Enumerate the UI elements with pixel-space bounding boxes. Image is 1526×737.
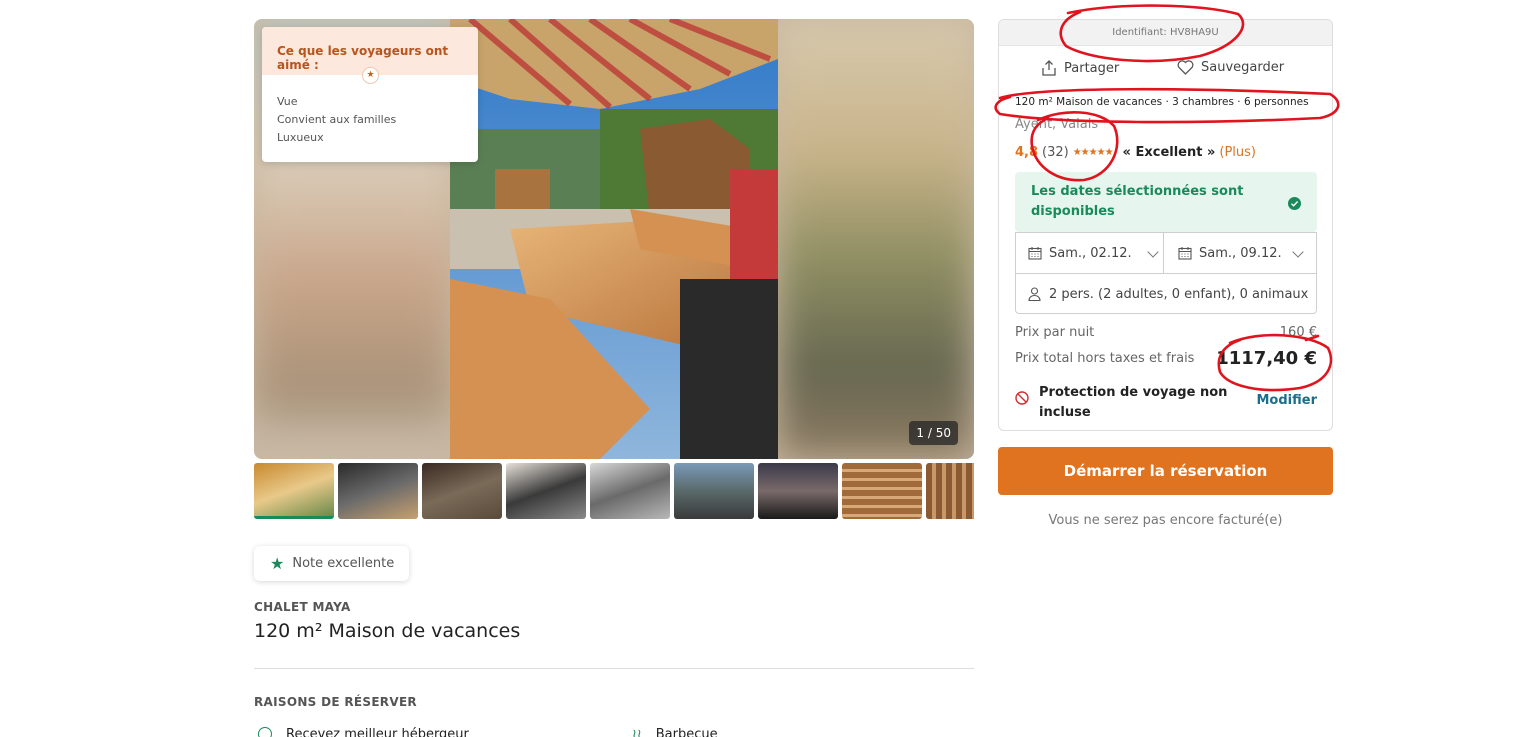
thumbnail[interactable] bbox=[926, 463, 974, 519]
chevron-down-icon bbox=[1147, 246, 1159, 258]
thumbnail-strip bbox=[254, 463, 974, 521]
nightly-price-row: Prix par nuit 160 € bbox=[1015, 325, 1317, 340]
total-price-label: Prix total hors taxes et frais bbox=[1015, 351, 1195, 366]
rating-badge: ★ Note excellente bbox=[254, 546, 409, 581]
reason-item: Recevez meilleur hébergeur bbox=[258, 727, 469, 737]
thumbnail[interactable] bbox=[758, 463, 838, 519]
property-summary: 120 m² Maison de vacances · 3 chambres ·… bbox=[1015, 96, 1309, 108]
listing-name: CHALET MAYA bbox=[254, 600, 351, 614]
total-price-value: 1117,40 € bbox=[1216, 348, 1317, 369]
thumbnail[interactable] bbox=[842, 463, 922, 519]
star-rating-icon: ★★★★★ bbox=[1072, 147, 1114, 158]
panel-actions: Partager Sauvegarder bbox=[999, 60, 1332, 82]
highlights-list: Vue Convient aux familles Luxueux bbox=[262, 75, 478, 147]
page-title: 120 m² Maison de vacances bbox=[254, 620, 521, 642]
review-count: (32) bbox=[1042, 145, 1069, 160]
calendar-icon bbox=[1178, 247, 1192, 260]
reason-item: ≀≀ Barbecue bbox=[632, 727, 718, 737]
terrace-photo bbox=[450, 19, 778, 459]
date-guest-picker: Sam., 02.12. Sam., 09.12. 2 pers. (2 adu… bbox=[1015, 232, 1317, 314]
identifier: Identifiant: HV8HA9U bbox=[999, 20, 1332, 46]
save-label: Sauvegarder bbox=[1201, 60, 1285, 75]
reasons-heading: RAISONS DE RÉSERVER bbox=[254, 695, 417, 709]
start-booking-button[interactable]: Démarrer la réservation bbox=[998, 447, 1333, 495]
date-row: Sam., 02.12. Sam., 09.12. bbox=[1016, 233, 1316, 274]
billing-note: Vous ne serez pas encore facturé(e) bbox=[1048, 513, 1283, 528]
heart-icon bbox=[1177, 60, 1194, 75]
share-label: Partager bbox=[1064, 60, 1120, 76]
availability-text: Les dates sélectionnées sont disponibles bbox=[1031, 184, 1244, 219]
check-icon bbox=[1288, 197, 1301, 210]
guests-value: 2 pers. (2 adultes, 0 enfant), 0 animaux bbox=[1049, 286, 1309, 302]
share-icon bbox=[1042, 60, 1056, 76]
gallery-blur-right bbox=[778, 19, 974, 459]
location: Ayent, Valais bbox=[1015, 117, 1099, 132]
total-price-row: Prix total hors taxes et frais 1117,40 € bbox=[1015, 348, 1317, 369]
save-button[interactable]: Sauvegarder bbox=[1177, 60, 1284, 75]
chevron-down-icon bbox=[1292, 246, 1304, 258]
end-date-field[interactable]: Sam., 09.12. bbox=[1178, 233, 1308, 273]
thumbnail[interactable] bbox=[254, 463, 334, 519]
nightly-price-value: 160 € bbox=[1279, 325, 1317, 340]
nightly-price-label: Prix par nuit bbox=[1015, 325, 1095, 340]
star-icon: ★ bbox=[362, 67, 379, 84]
star-icon: ★ bbox=[270, 554, 285, 573]
highlight-item: Convient aux familles bbox=[277, 113, 397, 126]
highlight-item: Luxueux bbox=[277, 131, 324, 144]
protection-label: Protection de voyage non incluse bbox=[1039, 385, 1228, 420]
badge-label: Note excellente bbox=[292, 556, 395, 571]
start-date-value: Sam., 02.12. bbox=[1049, 245, 1132, 261]
divider bbox=[254, 668, 974, 669]
share-button[interactable]: Partager bbox=[1041, 60, 1119, 76]
availability-banner: Les dates sélectionnées sont disponibles bbox=[1015, 172, 1317, 232]
guests-field[interactable]: 2 pers. (2 adultes, 0 enfant), 0 animaux bbox=[1028, 274, 1310, 314]
main-photo[interactable] bbox=[450, 19, 778, 459]
no-protection-icon bbox=[1015, 391, 1029, 405]
reason-label: Barbecue bbox=[655, 727, 718, 737]
start-date-field[interactable]: Sam., 02.12. bbox=[1028, 233, 1164, 273]
barbecue-icon: ≀≀ bbox=[632, 727, 642, 737]
highlight-item: Vue bbox=[277, 95, 298, 108]
thumbnail[interactable] bbox=[674, 463, 754, 519]
reason-label: Recevez meilleur hébergeur bbox=[286, 727, 469, 737]
modify-link[interactable]: Modifier bbox=[1257, 393, 1318, 408]
thumbnail[interactable] bbox=[422, 463, 502, 519]
thumbnail[interactable] bbox=[338, 463, 418, 519]
person-icon bbox=[1028, 287, 1041, 301]
calendar-icon bbox=[1028, 247, 1042, 260]
booking-panel: Identifiant: HV8HA9U Partager Sauvegarde… bbox=[998, 19, 1333, 431]
badge-icon bbox=[258, 727, 272, 737]
traveller-highlights-card: Ce que les voyageurs ont aimé : ★ Vue Co… bbox=[262, 27, 478, 162]
end-date-value: Sam., 09.12. bbox=[1199, 245, 1282, 261]
thumbnail[interactable] bbox=[590, 463, 670, 519]
rating-row[interactable]: 4,8 (32) ★★★★★ « Excellent » (Plus) bbox=[1015, 145, 1256, 160]
photo-counter: 1 / 50 bbox=[909, 421, 958, 445]
rating-label: « Excellent » bbox=[1122, 145, 1216, 160]
rating-score: 4,8 bbox=[1015, 145, 1039, 160]
thumbnail[interactable] bbox=[506, 463, 586, 519]
rating-more-link[interactable]: (Plus) bbox=[1219, 145, 1256, 160]
